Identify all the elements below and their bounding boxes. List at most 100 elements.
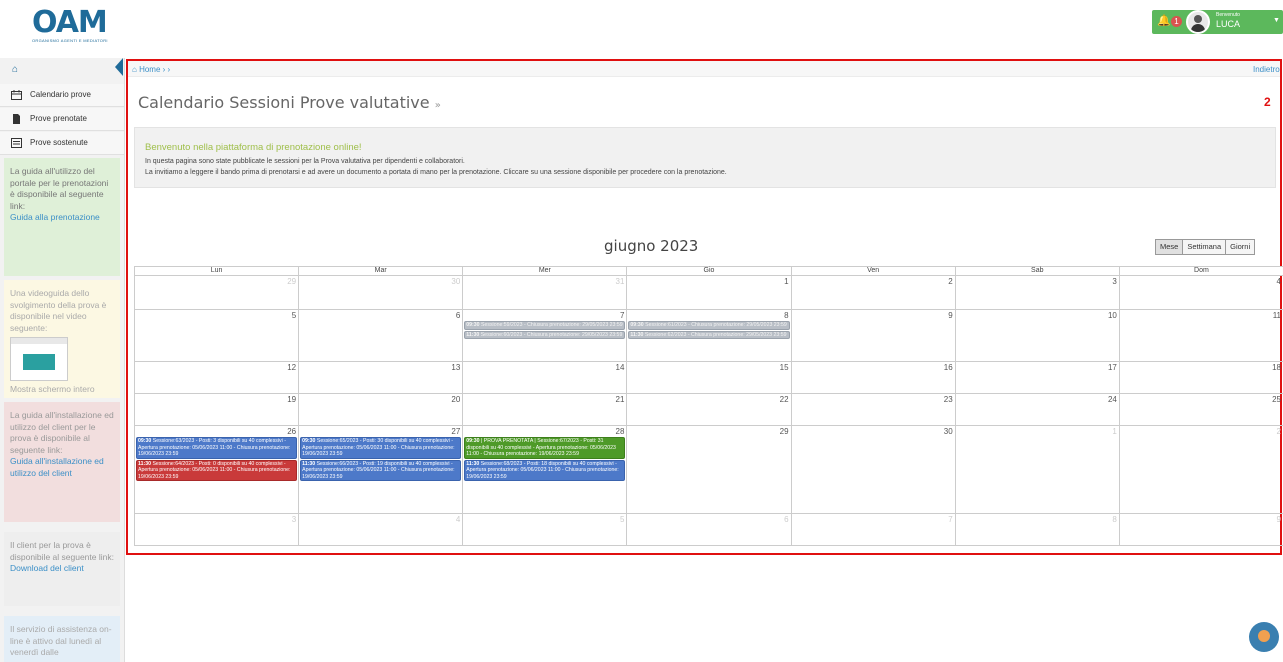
avatar[interactable] bbox=[1186, 10, 1210, 34]
sidebar-item-prenotate[interactable]: Prove prenotate bbox=[0, 108, 124, 131]
session-event[interactable]: 11:30 Sessione:68/2023 - Posti: 18 dispo… bbox=[464, 459, 626, 481]
page-title-text: Calendario Sessioni Prove valutative bbox=[138, 93, 430, 112]
day-number: 19 bbox=[287, 395, 297, 404]
day-cell[interactable]: 29 bbox=[133, 275, 300, 310]
day-cell[interactable]: 1 bbox=[626, 275, 792, 310]
download-client-link[interactable]: Download del client bbox=[10, 563, 114, 575]
day-cell[interactable]: 12 bbox=[133, 361, 300, 394]
sidebar-item-sostenute[interactable]: Prove sostenute bbox=[0, 132, 124, 155]
session-event[interactable]: 09:30 Sessione:61/2023 - Chiusura prenot… bbox=[628, 321, 790, 330]
client-guide-link[interactable]: Guida all'installazione ed utilizzo del … bbox=[10, 456, 114, 479]
day-cell[interactable]: 19 bbox=[133, 393, 300, 426]
view-day-button[interactable]: Giorni bbox=[1225, 239, 1256, 255]
home-icon[interactable]: ⌂ bbox=[132, 65, 137, 74]
day-cell[interactable]: 16 bbox=[790, 361, 956, 394]
session-time: 09:30 bbox=[466, 322, 480, 328]
day-cell[interactable]: 17 bbox=[954, 361, 1120, 394]
day-cell[interactable]: 24 bbox=[954, 393, 1120, 426]
day-cell[interactable]: 18 bbox=[1118, 361, 1283, 394]
day-number: 5 bbox=[291, 311, 297, 320]
day-cell[interactable]: 26 09:30 Sessione:63/2023 - Posti: 3 disp… bbox=[133, 425, 300, 514]
video-thumbnail[interactable] bbox=[10, 337, 68, 381]
guide-link[interactable]: Guida alla prenotazione bbox=[10, 212, 114, 224]
day-number: 28 bbox=[615, 427, 625, 436]
day-cell[interactable]: 9 bbox=[1118, 513, 1283, 546]
day-cell[interactable]: 7 bbox=[790, 513, 956, 546]
day-cell[interactable]: 30 bbox=[790, 425, 956, 514]
day-cell[interactable]: 27 09:30 Sessione:65/2023 - Posti: 30 dis… bbox=[298, 425, 464, 514]
day-number: 18 bbox=[1272, 363, 1281, 372]
session-event[interactable]: 09:30 Sessione:63/2023 - Posti: 3 dispon… bbox=[136, 437, 298, 459]
sidebar-collapse-icon[interactable] bbox=[115, 58, 123, 76]
back-link[interactable]: Indietro bbox=[1253, 65, 1280, 74]
day-cell[interactable]: 2 bbox=[1118, 425, 1283, 514]
session-time: 11:30 bbox=[302, 460, 316, 467]
day-cell[interactable]: 6 bbox=[626, 513, 792, 546]
bell-icon[interactable]: 🔔 bbox=[1157, 14, 1171, 27]
guide-text: La guida all'utilizzo del portale per le… bbox=[10, 166, 109, 211]
day-cell[interactable]: 5 bbox=[462, 513, 628, 546]
sidebar-item-label: Calendario prove bbox=[30, 90, 91, 99]
day-cell[interactable]: 15 bbox=[626, 361, 792, 394]
view-week-button[interactable]: Settimana bbox=[1182, 239, 1227, 255]
session-text: Sessione:59/2023 - Chiusura prenotazione… bbox=[481, 322, 623, 328]
fullscreen-link[interactable]: Mostra schermo intero bbox=[10, 384, 114, 396]
weekday-header: Mar bbox=[298, 266, 464, 276]
day-cell[interactable]: 21 bbox=[462, 393, 628, 426]
day-cell[interactable]: 8 bbox=[954, 513, 1120, 546]
sidebar: ⌂ Calendario prove Prove prenotate Prove… bbox=[0, 58, 125, 662]
session-event[interactable]: 09:30 Sessione:65/2023 - Posti: 30 dispo… bbox=[300, 437, 462, 459]
day-cell[interactable]: 1 bbox=[954, 425, 1120, 514]
day-number: 20 bbox=[451, 395, 461, 404]
day-cell[interactable]: 30 bbox=[298, 275, 464, 310]
session-time: 11:30 bbox=[630, 331, 644, 338]
day-cell[interactable]: 4 bbox=[298, 513, 464, 546]
breadcrumb-home[interactable]: Home bbox=[139, 65, 160, 74]
home-icon[interactable]: ⌂ bbox=[12, 64, 18, 75]
day-cell[interactable]: 5 bbox=[133, 309, 300, 362]
day-cell[interactable]: 8 09:30 Sessione:61/2023 - Chiusura preno… bbox=[626, 309, 792, 362]
day-cell[interactable]: 2 bbox=[790, 275, 956, 310]
info-heading: Benvenuto nella piattaforma di prenotazi… bbox=[145, 142, 362, 153]
day-cell[interactable]: 10 bbox=[954, 309, 1120, 362]
user-menu[interactable]: 🔔 1 Benvenuto LUCA ▼ bbox=[1152, 10, 1283, 34]
day-cell[interactable]: 9 bbox=[790, 309, 956, 362]
session-event[interactable]: 11:30 Sessione:62/2023 - Chiusura prenot… bbox=[628, 330, 790, 339]
day-cell[interactable]: 11 bbox=[1118, 309, 1283, 362]
chevron-down-icon[interactable]: ▼ bbox=[1273, 17, 1280, 24]
session-event[interactable]: 11:30 Sessione:60/2023 - Chiusura prenot… bbox=[464, 330, 626, 339]
day-cell[interactable]: 23 bbox=[790, 393, 956, 426]
day-cell[interactable]: 7 09:30 Sessione:59/2023 - Chiusura preno… bbox=[462, 309, 628, 362]
view-month-button[interactable]: Mese bbox=[1155, 239, 1184, 255]
session-event[interactable]: 09:30 Sessione:59/2023 - Chiusura prenot… bbox=[464, 321, 626, 330]
day-cell[interactable]: 25 bbox=[1118, 393, 1283, 426]
sidebar-item-label: Prove sostenute bbox=[30, 138, 88, 147]
weekday-header: Lun bbox=[133, 266, 300, 276]
session-time: 09:30 bbox=[466, 438, 480, 444]
day-cell[interactable]: 6 bbox=[298, 309, 464, 362]
day-cell[interactable]: 31 bbox=[462, 275, 628, 310]
week-row: 3 4 5 6 7 8 9 bbox=[133, 513, 1283, 546]
day-cell[interactable]: 13 bbox=[298, 361, 464, 394]
chat-support-button[interactable] bbox=[1249, 622, 1279, 652]
client-guide-text: La guida all'installazione ed utilizzo d… bbox=[10, 410, 114, 455]
info-box: Benvenuto nella piattaforma di prenotazi… bbox=[134, 127, 1276, 188]
day-cell[interactable]: 29 bbox=[626, 425, 792, 514]
oam-logo[interactable]: OAM ORGANISMO AGENTI E MEDIATORI bbox=[32, 8, 108, 48]
day-cell[interactable]: 20 bbox=[298, 393, 464, 426]
day-cell[interactable]: 22 bbox=[626, 393, 792, 426]
session-event[interactable]: 09:30 | PROVA PRENOTATA | Sessione:67/20… bbox=[464, 437, 626, 459]
day-cell[interactable]: 3 bbox=[133, 513, 300, 546]
session-text: Sessione:63/2023 - Posti: 3 disponibili … bbox=[138, 438, 291, 457]
view-switcher: Mese Settimana Giorni bbox=[1155, 239, 1256, 255]
day-cell[interactable]: 3 bbox=[954, 275, 1120, 310]
day-cell[interactable]: 28 09:30 | PROVA PRENOTATA | Sessione:67/… bbox=[462, 425, 628, 514]
page-title: Calendario Sessioni Prove valutative » bbox=[138, 93, 441, 112]
logo-subtitle: ORGANISMO AGENTI E MEDIATORI bbox=[32, 38, 108, 43]
day-cell[interactable]: 4 bbox=[1118, 275, 1283, 310]
session-event[interactable]: 11:30 Sessione:64/2023 - Posti: 0 dispon… bbox=[136, 459, 298, 481]
session-event[interactable]: 11:30 Sessione:66/2023 - Posti: 19 dispo… bbox=[300, 459, 462, 481]
session-text: Sessione:65/2023 - Posti: 30 disponibili… bbox=[302, 438, 455, 457]
day-cell[interactable]: 14 bbox=[462, 361, 628, 394]
sidebar-item-calendario[interactable]: Calendario prove bbox=[0, 84, 124, 107]
